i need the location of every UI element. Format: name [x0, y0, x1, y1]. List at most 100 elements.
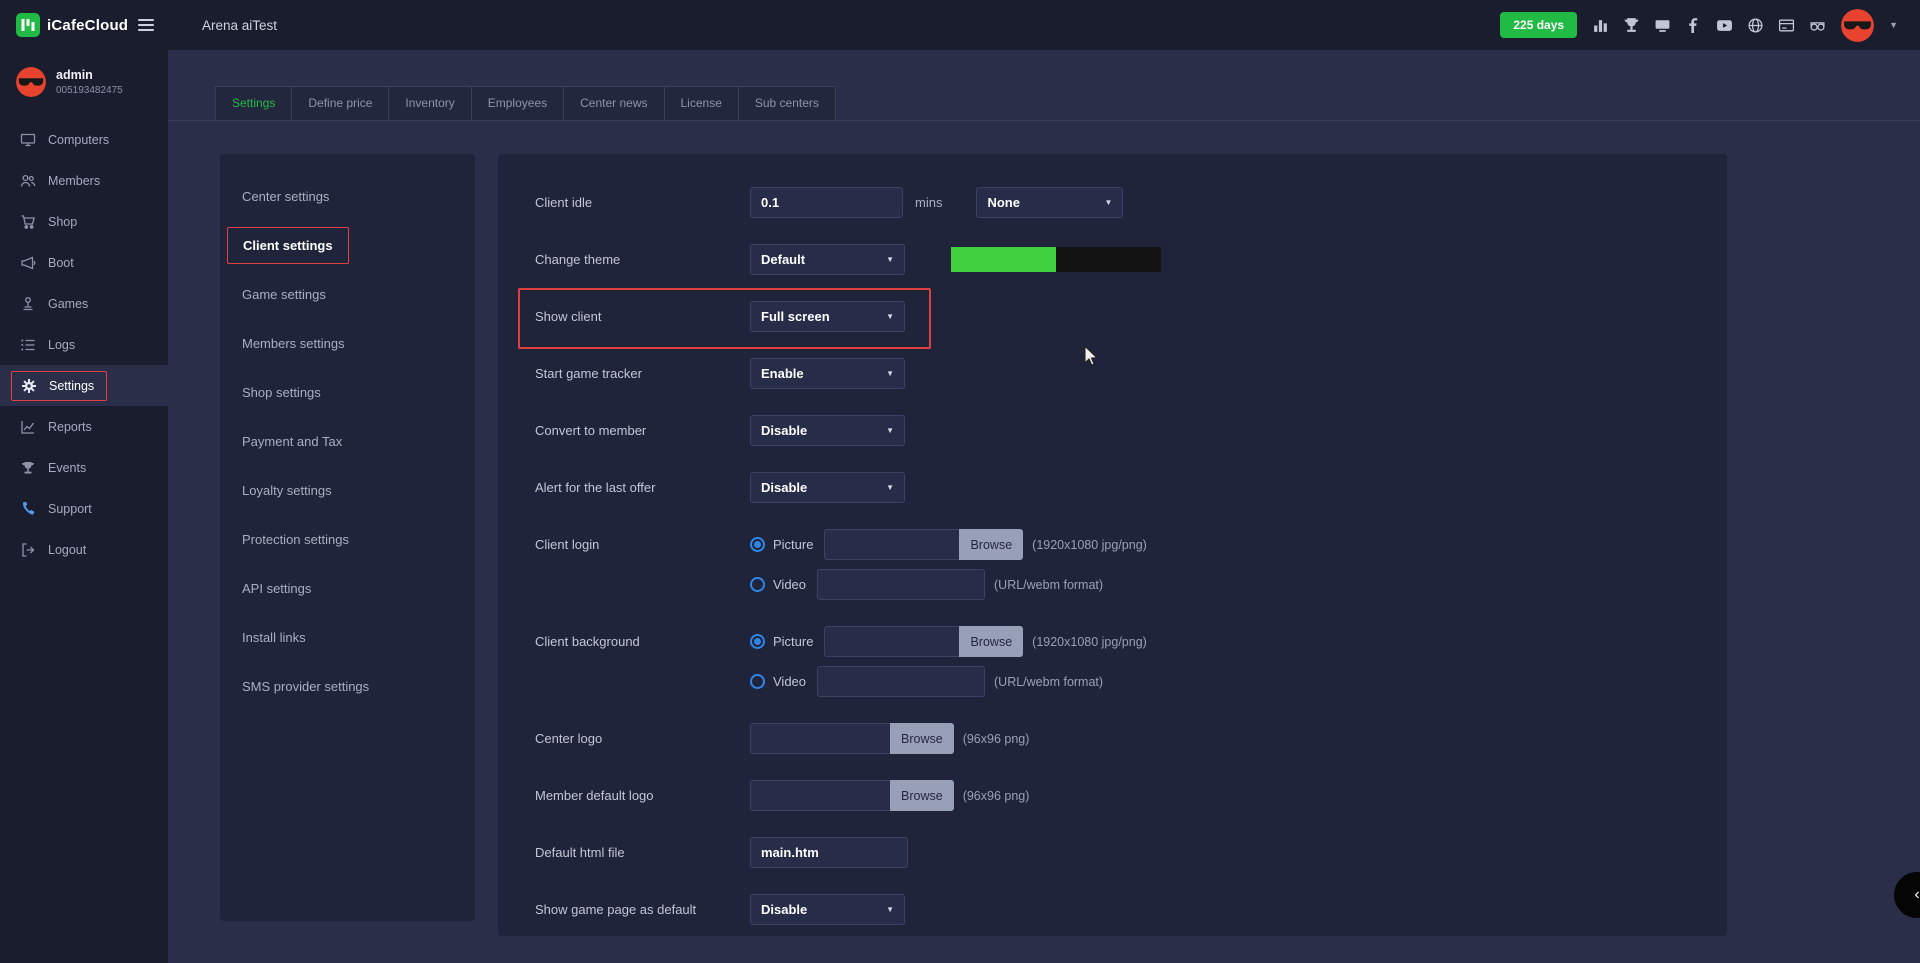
globe-icon[interactable] — [1747, 17, 1764, 34]
row-client-background: Client background Picture Browse (1920x1… — [535, 626, 1727, 697]
nav-item-members-settings[interactable]: Members settings — [220, 319, 475, 368]
tab-label: Inventory — [405, 96, 454, 110]
theme-preview — [951, 247, 1161, 272]
client-idle-input[interactable] — [750, 187, 903, 218]
nav-item-shop-settings[interactable]: Shop settings — [220, 368, 475, 417]
client-login-video-radio[interactable] — [750, 577, 765, 592]
card-icon[interactable] — [1778, 17, 1795, 34]
sidebar-user-block[interactable]: admin 005193482475 — [0, 50, 168, 111]
topbar-right: 225 days ▼ — [1500, 9, 1920, 42]
sidebar-item-settings[interactable]: Settings — [0, 365, 168, 406]
client-background-video-input[interactable] — [817, 666, 985, 697]
nav-item-payment-and-tax[interactable]: Payment and Tax — [220, 417, 475, 466]
member-default-logo-input[interactable] — [750, 780, 890, 811]
client-background-video-radio[interactable] — [750, 674, 765, 689]
field-hint: (96x96 png) — [963, 732, 1030, 746]
hamburger-menu-icon[interactable] — [138, 16, 154, 34]
facebook-icon[interactable] — [1685, 17, 1702, 34]
tab-label: Sub centers — [755, 96, 819, 110]
boot-icon — [20, 255, 36, 271]
sidebar-item-label: Boot — [48, 256, 74, 270]
field-label: Show game page as default — [535, 894, 750, 925]
sidebar-item-boot[interactable]: Boot — [0, 242, 168, 283]
computers-icon — [20, 132, 36, 148]
member-default-logo-browse-button[interactable]: Browse — [890, 780, 954, 811]
sidebar-item-label: Support — [48, 502, 92, 516]
field-label: Member default logo — [535, 780, 750, 811]
sidebar-item-games[interactable]: Games — [0, 283, 168, 324]
brand-logo[interactable]: iCafeCloud — [16, 13, 128, 37]
goggles-icon[interactable] — [1809, 17, 1826, 34]
nav-item-protection-settings[interactable]: Protection settings — [220, 515, 475, 564]
client-idle-unit: mins — [915, 195, 942, 210]
nav-item-label: Shop settings — [242, 385, 321, 400]
client-login-picture-radio[interactable] — [750, 537, 765, 552]
show-game-page-select[interactable]: Disable▼ — [750, 894, 905, 925]
tab-sub-centers[interactable]: Sub centers — [738, 86, 836, 120]
sidebar-item-reports[interactable]: Reports — [0, 406, 168, 447]
client-login-picture-input[interactable] — [824, 529, 959, 560]
select-value: Disable — [761, 480, 807, 495]
sidebar-item-shop[interactable]: Shop — [0, 201, 168, 242]
stats-icon[interactable] — [1592, 17, 1609, 34]
settings-nav-panel: Center settings Client settings Game set… — [220, 154, 475, 921]
alert-last-offer-select[interactable]: Disable▼ — [750, 472, 905, 503]
change-theme-select[interactable]: Default▼ — [750, 244, 905, 275]
client-background-picture-input[interactable] — [824, 626, 959, 657]
center-logo-input[interactable] — [750, 723, 890, 754]
nav-item-api-settings[interactable]: API settings — [220, 564, 475, 613]
trophy-icon[interactable] — [1623, 17, 1640, 34]
show-client-select[interactable]: Full screen▼ — [750, 301, 905, 332]
sidebar-item-support[interactable]: Support — [0, 488, 168, 529]
field-hint: (96x96 png) — [963, 789, 1030, 803]
sidebar-item-logs[interactable]: Logs — [0, 324, 168, 365]
members-icon — [20, 173, 36, 189]
radio-label: Picture — [773, 537, 813, 552]
sidebar-item-members[interactable]: Members — [0, 160, 168, 201]
sidebar-item-events[interactable]: Events — [0, 447, 168, 488]
sidebar-item-computers[interactable]: Computers — [0, 119, 168, 160]
default-html-file-input[interactable] — [750, 837, 908, 868]
nav-item-install-links[interactable]: Install links — [220, 613, 475, 662]
start-game-tracker-select[interactable]: Enable▼ — [750, 358, 905, 389]
nav-item-label: Protection settings — [242, 532, 349, 547]
radio-label: Video — [773, 674, 806, 689]
tab-settings[interactable]: Settings — [215, 86, 292, 120]
tab-employees[interactable]: Employees — [471, 86, 564, 120]
user-name: admin — [56, 68, 123, 82]
tab-define-price[interactable]: Define price — [291, 86, 389, 120]
radio-label: Video — [773, 577, 806, 592]
client-login-video-input[interactable] — [817, 569, 985, 600]
chevron-down-icon[interactable]: ▼ — [1889, 20, 1898, 30]
row-show-game-page: Show game page as default Disable▼ — [535, 894, 1727, 925]
tab-inventory[interactable]: Inventory — [388, 86, 471, 120]
convert-to-member-select[interactable]: Disable▼ — [750, 415, 905, 446]
nav-item-game-settings[interactable]: Game settings — [220, 270, 475, 319]
app-window: iCafeCloud Arena aiTest 225 days ▼ — [0, 0, 1920, 963]
tab-center-news[interactable]: Center news — [563, 86, 664, 120]
nav-item-center-settings[interactable]: Center settings — [220, 172, 475, 221]
tab-label: Employees — [488, 96, 547, 110]
client-idle-action-select[interactable]: None▼ — [976, 187, 1123, 218]
client-background-picture-browse-button[interactable]: Browse — [959, 626, 1023, 657]
events-icon — [20, 460, 36, 476]
tab-label: Define price — [308, 96, 372, 110]
license-days-badge[interactable]: 225 days — [1500, 12, 1577, 38]
field-label: Change theme — [535, 244, 750, 275]
client-background-picture-radio[interactable] — [750, 634, 765, 649]
chevron-down-icon: ▼ — [886, 312, 894, 321]
youtube-icon[interactable] — [1716, 17, 1733, 34]
nav-item-sms-provider-settings[interactable]: SMS provider settings — [220, 662, 475, 711]
nav-item-client-settings[interactable]: Client settings — [220, 221, 475, 270]
center-logo-browse-button[interactable]: Browse — [890, 723, 954, 754]
sidebar-item-logout[interactable]: Logout — [0, 529, 168, 570]
nav-item-label: Client settings — [243, 238, 333, 253]
nav-item-loyalty-settings[interactable]: Loyalty settings — [220, 466, 475, 515]
client-login-picture-browse-button[interactable]: Browse — [959, 529, 1023, 560]
console-icon[interactable] — [1654, 17, 1671, 34]
select-value: Enable — [761, 366, 804, 381]
tab-license[interactable]: License — [664, 86, 739, 120]
nav-item-label: SMS provider settings — [242, 679, 369, 694]
user-avatar[interactable] — [1841, 9, 1874, 42]
row-show-client: Show client Full screen▼ — [535, 301, 1727, 332]
